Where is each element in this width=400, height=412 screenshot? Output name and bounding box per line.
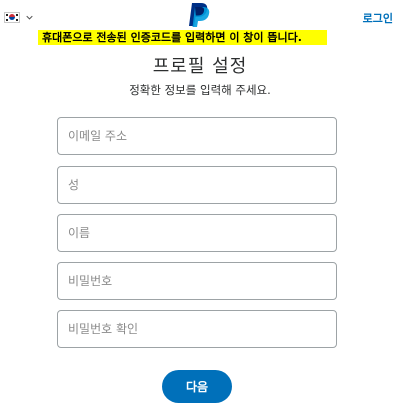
- south-korea-flag-icon: [4, 11, 20, 23]
- country-selector[interactable]: [4, 8, 33, 26]
- email-field[interactable]: [57, 117, 337, 155]
- last-name-field[interactable]: [57, 166, 337, 204]
- password-input[interactable]: [58, 263, 336, 299]
- notice-banner: 휴대폰으로 전송된 인증코드를 입력하면 이 창이 뜹니다.: [38, 30, 327, 45]
- last-name-input[interactable]: [58, 167, 336, 203]
- password-field[interactable]: [57, 262, 337, 300]
- top-bar: 로그인: [0, 0, 400, 30]
- confirm-password-input[interactable]: [58, 311, 336, 347]
- first-name-input[interactable]: [58, 215, 336, 251]
- first-name-field[interactable]: [57, 214, 337, 252]
- paypal-logo-icon[interactable]: [187, 2, 211, 28]
- next-button[interactable]: 다음: [162, 370, 232, 403]
- confirm-password-field[interactable]: [57, 310, 337, 348]
- email-input[interactable]: [58, 118, 336, 154]
- chevron-down-icon: [26, 15, 33, 20]
- page-subtitle: 정확한 정보를 입력해 주세요.: [129, 83, 271, 97]
- login-link[interactable]: 로그인: [363, 10, 393, 26]
- page-title: 프로필 설정: [152, 56, 248, 77]
